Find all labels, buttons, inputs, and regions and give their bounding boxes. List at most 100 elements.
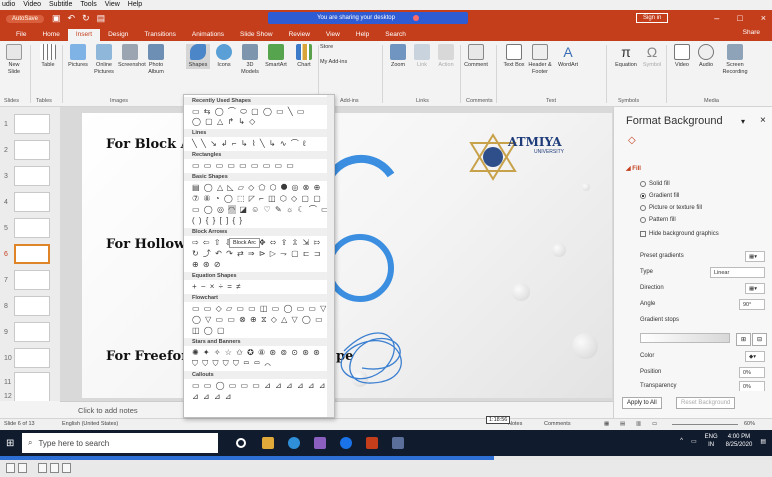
rectangles-row[interactable]: ▭ ▭ ▭ ▭ ▭ ▭ ▭ ▭ ▭: [192, 161, 295, 171]
add-stop-icon[interactable]: ⊞: [736, 333, 752, 346]
photo-album-button[interactable]: Photo Album: [144, 44, 168, 75]
slide-thumbnail[interactable]: 7: [4, 269, 56, 291]
comment-button[interactable]: Comment: [464, 44, 488, 69]
undo-icon[interactable]: ↶: [68, 13, 76, 24]
normal-view-icon[interactable]: ▦: [604, 421, 609, 427]
3d-models-button[interactable]: 3D Models: [238, 44, 262, 75]
type-dropdown[interactable]: Linear: [710, 267, 765, 278]
chevron-up-icon[interactable]: ^: [680, 438, 683, 444]
picture-fill-option[interactable]: Picture or texture fill: [640, 205, 702, 211]
block-arrows-row[interactable]: ⊕ ⊛ ⊘: [192, 260, 222, 270]
save-icon[interactable]: ▣: [52, 13, 61, 24]
edge-icon[interactable]: [288, 437, 300, 449]
powerpoint-icon[interactable]: [366, 437, 378, 449]
basic-shapes-row[interactable]: ( ) { } [ ] { }: [192, 216, 243, 226]
tab-design[interactable]: Design: [100, 29, 136, 41]
link-button[interactable]: Link: [410, 44, 434, 69]
new-slide-button[interactable]: New Slide: [2, 44, 26, 75]
recent-shapes-row[interactable]: ▭ ⇆ ◯ ⌒ ⬭ ▢ ◯ ▭ ╲ ▭: [192, 107, 306, 117]
lines-row[interactable]: ╲ ╲ ↘ ↲ ⌐ ↳ ⌇ ╲ ↳ ∿ ⌒ ℓ: [192, 139, 307, 149]
close-button[interactable]: ×: [761, 10, 766, 27]
wordart-button[interactable]: A WordArt: [556, 44, 580, 69]
equation-button[interactable]: π Equation: [612, 44, 640, 69]
player-control-icon[interactable]: [38, 463, 47, 473]
media-player-icon[interactable]: [392, 437, 404, 449]
transparency-input[interactable]: 0%: [739, 381, 765, 391]
player-menu-audio[interactable]: udio: [2, 0, 15, 10]
gradient-stops-bar[interactable]: [640, 333, 730, 343]
tab-insert[interactable]: Insert: [67, 29, 101, 41]
slideshow-icon[interactable]: ▭: [652, 421, 657, 427]
slide-sorter-icon[interactable]: ▤: [620, 421, 625, 427]
hollow-circle-shape[interactable]: [326, 234, 394, 302]
basic-shapes-row[interactable]: ▤ ◯ △ ◺ ▱ ◇ ⬠ ⬡ ⯃ ◎ ⊗ ⊕: [192, 183, 321, 193]
stars-row[interactable]: ⛉ ⛉ ⛉ ⛉ ⛉ ▭ ▭ ⌒: [192, 359, 272, 369]
player-control-icon[interactable]: [50, 463, 59, 473]
player-menu-subtitle[interactable]: Subtitle: [49, 0, 72, 10]
zoom-button[interactable]: Zoom: [386, 44, 410, 69]
comments-button[interactable]: Comments: [544, 421, 571, 427]
tab-help[interactable]: Help: [348, 29, 377, 41]
tab-slide-show[interactable]: Slide Show: [232, 29, 281, 41]
reading-view-icon[interactable]: ▥: [636, 421, 641, 427]
slide-thumbnail[interactable]: 10: [4, 347, 56, 369]
present-icon[interactable]: ▤: [97, 13, 106, 24]
minimize-button[interactable]: –: [714, 10, 719, 27]
language-indicator[interactable]: English (United States): [62, 421, 118, 427]
notification-icon[interactable]: ▤: [760, 438, 766, 445]
reset-background-button[interactable]: Reset Background: [676, 397, 736, 409]
flowchart-row[interactable]: ◫ ◯ ▢: [192, 326, 226, 336]
pictures-button[interactable]: Pictures: [66, 44, 90, 69]
flowchart-row[interactable]: ◯ ▽ ▭ ▭ ⊗ ⊕ ⧖ ◇ △ ▽ ◯ ▭: [192, 315, 324, 325]
color-picker-button[interactable]: ◆▾: [745, 351, 765, 362]
screen-recording-button[interactable]: Screen Recording: [718, 44, 752, 75]
smartart-button[interactable]: SmartArt: [264, 44, 288, 69]
tab-home[interactable]: Home: [34, 29, 67, 41]
audio-button[interactable]: Audio: [694, 44, 718, 69]
gallery-scrollbar[interactable]: [327, 95, 334, 417]
preset-gradients-dropdown[interactable]: ▦▾: [745, 251, 765, 262]
clock[interactable]: 4:00 PM 8/25/2020: [726, 433, 753, 449]
solid-fill-option[interactable]: Solid fill: [640, 181, 670, 187]
my-addins-button[interactable]: My Add-ins: [320, 59, 360, 66]
apply-to-all-button[interactable]: Apply to All: [622, 397, 662, 409]
slide-thumbnail[interactable]: 4: [4, 191, 56, 213]
slide-thumbnail[interactable]: 8: [4, 295, 56, 317]
teams-icon[interactable]: [314, 437, 326, 449]
chrome-icon[interactable]: [340, 437, 352, 449]
remove-stop-icon[interactable]: ⊟: [752, 333, 768, 346]
player-control-icon[interactable]: [18, 463, 27, 473]
angle-input[interactable]: 90°: [739, 299, 765, 310]
file-explorer-icon[interactable]: [262, 437, 274, 449]
tab-file[interactable]: File: [8, 29, 34, 41]
freeform-scribble-shape[interactable]: [340, 332, 402, 384]
windows-start-icon[interactable]: ⊞: [6, 438, 14, 449]
position-input[interactable]: 0%: [739, 367, 765, 378]
gradient-fill-option[interactable]: Gradient fill: [640, 193, 679, 199]
block-arrows-row[interactable]: ↻ ⤴ ↶ ↷ ⇄ ⇒ ⊳ ▷ ⇁ ▢ ⊏ ⊐: [192, 249, 322, 259]
redo-icon[interactable]: ↻: [82, 13, 90, 24]
pane-close-icon[interactable]: ×: [760, 115, 766, 126]
online-pictures-button[interactable]: Online Pictures: [92, 44, 116, 75]
slide-thumbnail-active[interactable]: 6: [4, 243, 56, 265]
basic-shapes-row[interactable]: ▭ ◯ ◎ ◠ ◪ ☺ ♡ ✎ ☼ ☾ ⌒ ▭: [192, 205, 330, 215]
network-icon[interactable]: ▭: [691, 438, 697, 445]
text-box-button[interactable]: Text Box: [502, 44, 526, 69]
share-button[interactable]: Share: [743, 29, 760, 36]
notes-pane[interactable]: Click to add notes: [60, 401, 613, 418]
screenshot-button[interactable]: Screenshot: [118, 44, 146, 69]
player-menu-help[interactable]: Help: [128, 0, 142, 10]
direction-dropdown[interactable]: ▦▾: [745, 283, 765, 294]
video-button[interactable]: Video: [670, 44, 694, 69]
slide-thumbnail[interactable]: 1: [4, 113, 56, 135]
taskbar-search[interactable]: ⌕ Type here to search: [22, 433, 218, 453]
task-view-icon[interactable]: [236, 438, 246, 448]
tab-transitions[interactable]: Transitions: [136, 29, 184, 41]
block-arc-shape[interactable]: [323, 154, 395, 185]
fill-section-header[interactable]: ◢ Fill: [626, 165, 641, 172]
pane-options-icon[interactable]: ▾: [741, 117, 745, 126]
action-button[interactable]: Action: [434, 44, 458, 69]
store-button[interactable]: Store: [320, 44, 360, 51]
block-arc-option[interactable]: ◠: [228, 205, 237, 214]
shapes-button[interactable]: Shapes: [186, 44, 210, 69]
